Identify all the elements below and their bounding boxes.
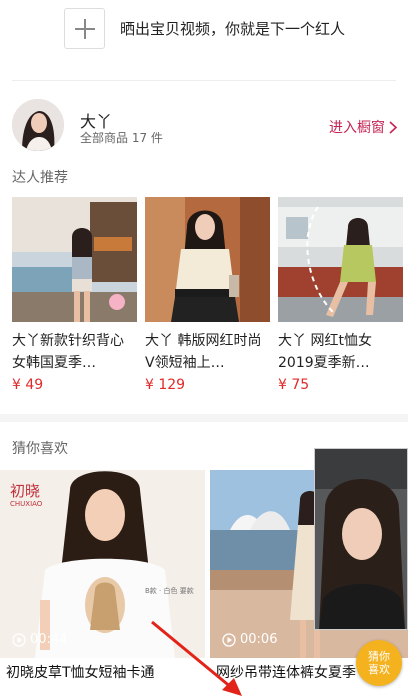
product-title: 大丫新款针织背心女韩国夏季… (12, 333, 124, 371)
video-duration-text: 00:44 (30, 632, 68, 647)
product-image (145, 197, 270, 322)
guess-you-like-button[interactable]: 猜你 喜欢 (356, 640, 402, 686)
product-card[interactable]: 大丫 网红t恤女2019夏季新… ¥ 75 (278, 197, 403, 403)
variant-tag: B款 · 白色 要款 (145, 587, 194, 595)
shop-header[interactable]: 大丫 全部商品 17 件 进入橱窗 (0, 95, 408, 157)
guess-button-line2: 喜欢 (368, 663, 390, 676)
brand-logo: 初晓 (10, 482, 41, 500)
brand-logo-sub: CHUXIAO (10, 500, 43, 508)
guess-button-line1: 猜你 (368, 650, 390, 663)
shop-product-count: 全部商品 17 件 (80, 131, 163, 145)
section-separator (0, 414, 408, 422)
section-title-guess: 猜你喜欢 (12, 441, 68, 457)
chevron-right-icon (389, 120, 398, 134)
floating-video-window[interactable] (314, 448, 408, 630)
enter-showcase-label: 进入橱窗 (329, 120, 385, 136)
recommended-list: 大丫新款针织背心女韩国夏季… ¥ 49 大丫 韩版网红时尚V领短袖上… ¥ 12… (12, 197, 408, 403)
product-price: ¥ 75 (278, 377, 310, 393)
plus-icon (74, 18, 95, 39)
divider (12, 80, 396, 81)
video-duration: 00:44 (12, 632, 67, 647)
section-title-recommend: 达人推荐 (12, 170, 68, 186)
avatar[interactable] (12, 99, 64, 151)
product-title: 大丫 韩版网红时尚V领短袖上… (145, 333, 262, 371)
post-video-prompt: 晒出宝贝视频，你就是下一个红人 (120, 20, 346, 38)
annotation-arrow (151, 620, 242, 696)
play-icon (12, 632, 26, 647)
product-card[interactable]: 大丫 韩版网红时尚V领短袖上… ¥ 129 (145, 197, 270, 403)
video-title: 初晓皮草T恤女短袖卡通 (6, 665, 155, 681)
product-card[interactable]: 大丫新款针织背心女韩国夏季… ¥ 49 (12, 197, 137, 403)
product-image (278, 197, 403, 322)
post-video-bar[interactable]: 晒出宝贝视频，你就是下一个红人 (0, 0, 408, 74)
enter-showcase-link[interactable]: 进入橱窗 (329, 117, 398, 137)
product-image (12, 197, 137, 322)
product-price: ¥ 49 (12, 377, 44, 393)
add-video-button[interactable] (64, 8, 105, 49)
product-title: 大丫 网红t恤女2019夏季新… (278, 333, 372, 371)
product-price: ¥ 129 (145, 377, 186, 393)
